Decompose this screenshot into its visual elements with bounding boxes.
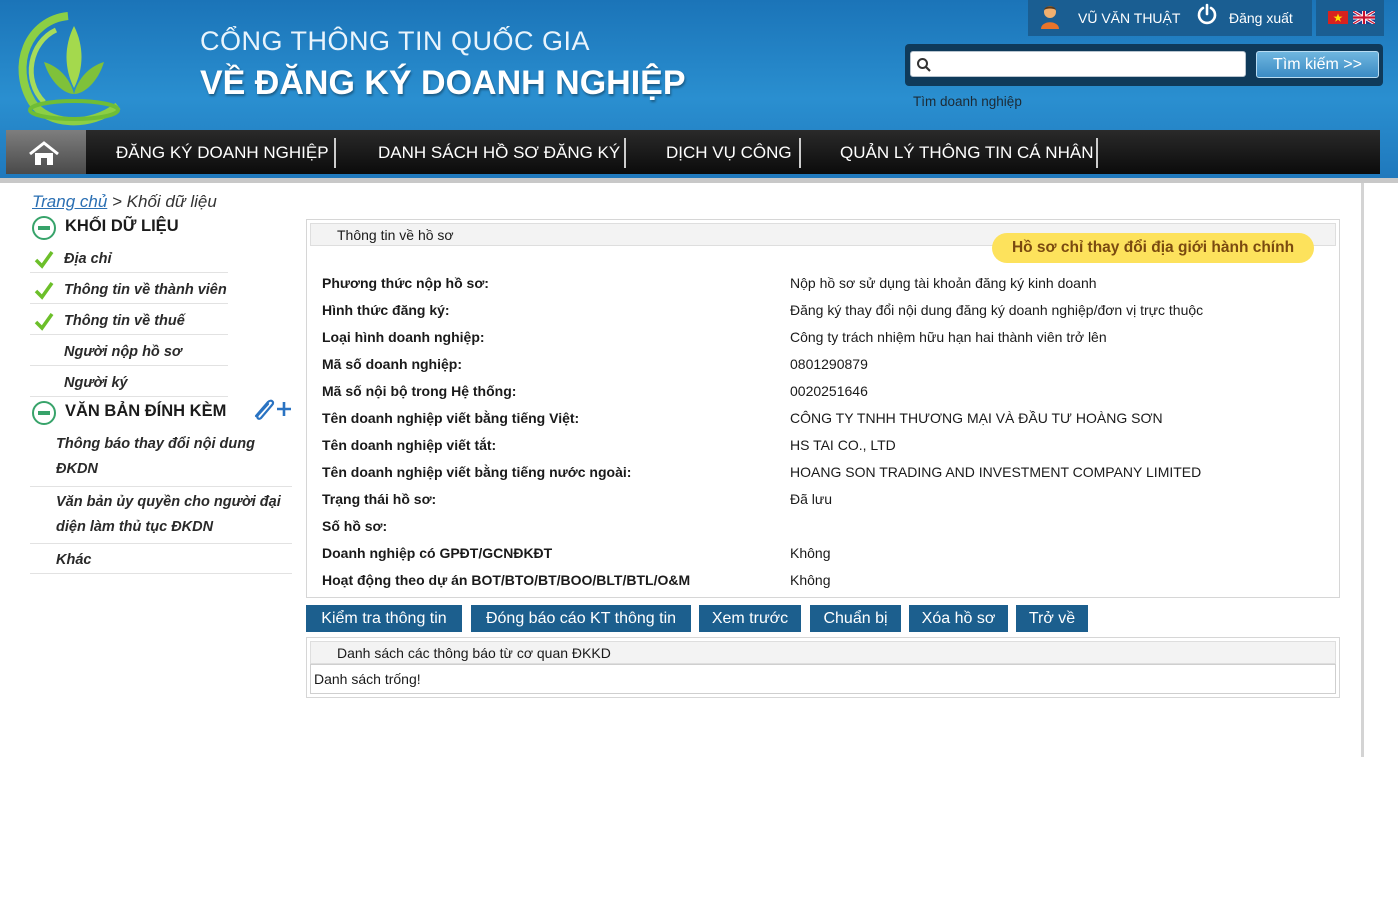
search-input[interactable] bbox=[910, 51, 1246, 77]
divider bbox=[30, 303, 228, 304]
field-label: Tên doanh nghiệp viết tắt: bbox=[322, 437, 497, 453]
search-icon bbox=[917, 58, 931, 72]
field-label: Mã số doanh nghiệp: bbox=[322, 356, 462, 372]
divider bbox=[30, 365, 228, 366]
nav-divider bbox=[334, 138, 336, 168]
nav-divider bbox=[799, 138, 801, 168]
search-button[interactable]: Tìm kiếm >> bbox=[1256, 51, 1379, 78]
close-report-button[interactable]: Đóng báo cáo KT thông tin bbox=[471, 605, 691, 632]
check-info-button[interactable]: Kiểm tra thông tin bbox=[306, 605, 462, 632]
sidebar-item-members[interactable]: Thông tin về thành viên bbox=[64, 282, 227, 298]
field-label: Phương thức nộp hồ sơ: bbox=[322, 275, 489, 291]
home-icon[interactable] bbox=[28, 141, 60, 167]
divider bbox=[30, 573, 292, 574]
field-value: Đã lưu bbox=[790, 491, 833, 507]
field-value: Công ty trách nhiệm hữu hạn hai thành vi… bbox=[790, 329, 1107, 345]
field-label: Trạng thái hồ sơ: bbox=[322, 491, 437, 507]
logout-link[interactable]: Đăng xuất bbox=[1229, 10, 1293, 26]
nav-divider bbox=[1096, 138, 1098, 168]
field-value: Đăng ký thay đổi nội dung đăng ký doanh … bbox=[790, 302, 1204, 318]
notices-title: Danh sách các thông báo từ cơ quan ĐKKD bbox=[337, 645, 611, 661]
field-label: Tên doanh nghiệp viết bằng tiếng Việt: bbox=[322, 410, 580, 426]
nav-public-services[interactable]: DỊCH VỤ CÔNG bbox=[666, 143, 792, 163]
sidebar-item-address[interactable]: Địa chỉ bbox=[64, 251, 112, 267]
back-button[interactable]: Trở về bbox=[1016, 605, 1088, 632]
sidebar-item-change-notice[interactable]: Thông báo thay đổi nội dung ĐKDN bbox=[56, 436, 255, 477]
prepare-button[interactable]: Chuẩn bị bbox=[810, 605, 901, 632]
divider bbox=[30, 334, 228, 335]
sidebar-item-signer[interactable]: Người ký bbox=[64, 375, 128, 391]
empty-list-message: Danh sách trống! bbox=[314, 671, 421, 687]
check-icon bbox=[34, 250, 54, 269]
field-label: Số hồ sơ: bbox=[322, 518, 388, 534]
field-value: HS TAI CO., LTD bbox=[790, 437, 896, 453]
nav-personal-info[interactable]: QUẢN LÝ THÔNG TIN CÁ NHÂN bbox=[840, 143, 1093, 163]
preview-button[interactable]: Xem trước bbox=[699, 605, 801, 632]
attach-add-icon[interactable] bbox=[250, 396, 292, 422]
sidebar-item-label: Thông báo thay đổi nội dung bbox=[56, 436, 255, 452]
vietnamese-flag-icon[interactable] bbox=[1328, 11, 1348, 24]
data-blocks-heading: KHỐI DỮ LIỆU bbox=[65, 217, 179, 235]
panel-title: Thông tin về hồ sơ bbox=[337, 227, 454, 243]
field-label: Doanh nghiệp có GPĐT/GCNĐKĐT bbox=[322, 545, 553, 561]
field-label: Hình thức đăng ký: bbox=[322, 302, 450, 318]
user-name[interactable]: VŨ VĂN THUẬT bbox=[1078, 10, 1180, 26]
collapse-icon[interactable] bbox=[32, 216, 56, 240]
field-label: Hoạt động theo dự án BOT/BTO/BT/BOO/BLT/… bbox=[322, 572, 691, 588]
field-label: Mã số nội bộ trong Hệ thống: bbox=[322, 383, 517, 399]
sidebar-item-label: Văn bản ủy quyền cho người đại bbox=[56, 494, 281, 510]
site-logo[interactable] bbox=[8, 6, 138, 128]
nav-business-registration[interactable]: ĐĂNG KÝ DOANH NGHIỆP bbox=[116, 143, 329, 163]
field-label: Tên doanh nghiệp viết bằng tiếng nước ng… bbox=[322, 464, 632, 480]
field-value: Nộp hồ sơ sử dụng tài khoản đăng ký kinh… bbox=[790, 275, 1097, 291]
divider bbox=[30, 543, 292, 544]
user-icon bbox=[1041, 6, 1059, 29]
power-icon[interactable] bbox=[1197, 3, 1217, 25]
divider bbox=[30, 486, 292, 487]
nav-registration-list[interactable]: DANH SÁCH HỒ SƠ ĐĂNG KÝ bbox=[378, 143, 620, 163]
divider bbox=[30, 396, 228, 397]
breadcrumb-separator: > bbox=[107, 192, 127, 211]
sidebar-item-label: diện làm thủ tục ĐKDN bbox=[56, 519, 214, 535]
status-badge: Hồ sơ chỉ thay đổi địa giới hành chính bbox=[992, 233, 1314, 263]
breadcrumb-current: Khối dữ liệu bbox=[126, 192, 217, 211]
portal-title-line2: VỀ ĐĂNG KÝ DOANH NGHIỆP bbox=[200, 64, 686, 102]
collapse-icon[interactable] bbox=[32, 401, 56, 425]
field-value: HOANG SON TRADING AND INVESTMENT COMPANY… bbox=[790, 464, 1202, 480]
field-value: 0801290879 bbox=[790, 356, 868, 372]
field-value: CÔNG TY TNHH THƯƠNG MẠI VÀ ĐẦU TƯ HOÀNG … bbox=[790, 410, 1163, 426]
nav-divider bbox=[624, 138, 626, 168]
sidebar-item-submitter[interactable]: Người nộp hồ sơ bbox=[64, 344, 182, 360]
check-icon bbox=[34, 281, 54, 300]
breadcrumb-home-link[interactable]: Trang chủ bbox=[32, 192, 107, 211]
field-value: 0020251646 bbox=[790, 383, 868, 399]
check-icon bbox=[34, 312, 54, 331]
delete-record-button[interactable]: Xóa hồ sơ bbox=[909, 605, 1008, 632]
sidebar-item-authorization[interactable]: Văn bản ủy quyền cho người đại diện làm … bbox=[56, 494, 281, 535]
english-flag-icon[interactable] bbox=[1353, 11, 1375, 24]
sidebar-item-other[interactable]: Khác bbox=[56, 552, 91, 568]
sidebar-item-label: ĐKDN bbox=[56, 461, 98, 477]
attachments-heading: VĂN BẢN ĐÍNH KÈM bbox=[65, 402, 227, 420]
portal-title-line1: CỔNG THÔNG TIN QUỐC GIA bbox=[200, 26, 591, 56]
divider bbox=[30, 272, 228, 273]
breadcrumb: Trang chủ > Khối dữ liệu bbox=[32, 192, 217, 212]
field-label: Loại hình doanh nghiệp: bbox=[322, 329, 485, 345]
sidebar-item-tax[interactable]: Thông tin về thuế bbox=[64, 313, 185, 329]
field-value: Không bbox=[790, 545, 831, 561]
field-value: Không bbox=[790, 572, 831, 588]
notices-list bbox=[310, 664, 1336, 694]
find-company-link[interactable]: Tìm doanh nghiệp bbox=[913, 94, 1022, 109]
